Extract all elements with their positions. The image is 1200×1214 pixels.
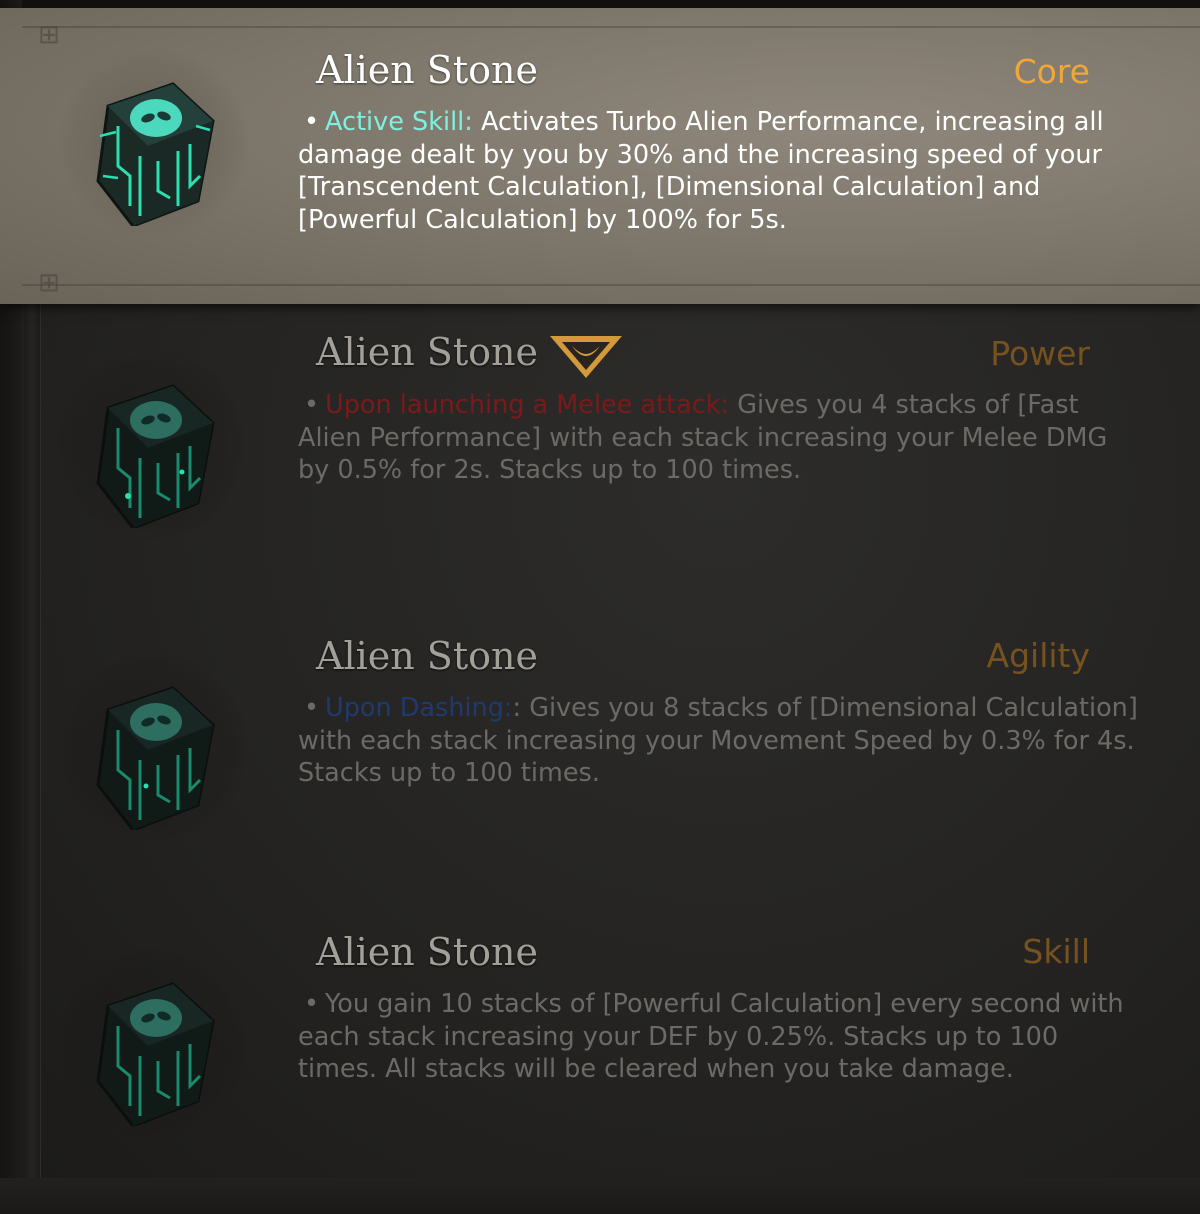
item-icon-frame — [58, 350, 248, 540]
item-icon-frame — [58, 48, 248, 238]
card-description: • You gain 10 stacks of [Powerful Calcula… — [298, 988, 1138, 1086]
alien-stone-cube-icon — [96, 384, 215, 528]
corner-ornament-icon: ⊞ — [38, 268, 60, 298]
skill-selection-panel: ⊞ ⊞ Alien Stone Core • Active Skill: Acti… — [0, 0, 1200, 1214]
card-text: You gain 10 stacks of [Powerful Calculat… — [298, 989, 1124, 1084]
alien-stone-cube-icon — [96, 686, 215, 830]
card-category: Core — [1013, 52, 1090, 91]
card-description: • Upon launching a Melee attack: Gives yo… — [298, 389, 1138, 487]
card-category: Power — [990, 334, 1090, 373]
card-title: Alien Stone — [316, 48, 538, 92]
item-icon-frame — [58, 948, 248, 1138]
card-title: Alien Stone — [316, 634, 538, 678]
bullet: • — [304, 390, 320, 420]
item-icon-frame — [58, 652, 248, 842]
card-description: • Upon Dashing:: Gives you 8 stacks of [D… — [298, 692, 1138, 790]
alien-stone-cube-icon — [96, 982, 215, 1126]
bullet: • — [304, 989, 320, 1019]
card-keyword: Upon launching a Melee attack: — [325, 390, 730, 420]
card-description: • Active Skill: Activates Turbo Alien Per… — [298, 106, 1138, 236]
card-category: Skill — [1022, 932, 1090, 971]
card-keyword: Upon Dashing: — [325, 693, 513, 723]
v-emblem-icon — [550, 336, 622, 378]
bullet: • — [304, 693, 320, 723]
skill-card-skill[interactable]: Alien Stone Skill • You gain 10 stacks of… — [0, 908, 1200, 1204]
skill-card-power[interactable]: Alien Stone Power • Upon launching a Mele… — [0, 310, 1200, 606]
alien-stone-cube-icon — [96, 82, 215, 226]
card-title: Alien Stone — [316, 930, 538, 974]
skill-card-agility[interactable]: Alien Stone Agility • Upon Dashing:: Give… — [0, 612, 1200, 908]
card-keyword: Active Skill: — [325, 107, 473, 137]
bullet: • — [304, 107, 320, 137]
corner-ornament-icon: ⊞ — [38, 20, 60, 50]
card-title: Alien Stone — [316, 330, 538, 374]
bottom-border — [0, 1178, 1200, 1214]
card-category: Agility — [986, 636, 1091, 675]
skill-card-core[interactable]: ⊞ ⊞ Alien Stone Core • Active Skill: Acti… — [0, 8, 1200, 304]
